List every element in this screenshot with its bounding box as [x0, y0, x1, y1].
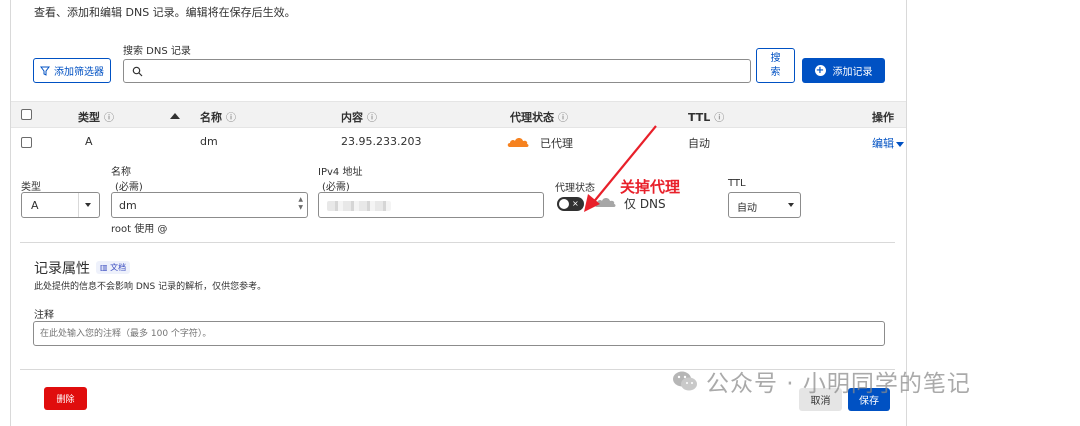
type-select[interactable]: A	[21, 192, 100, 218]
column-header-proxy[interactable]: 代理状态 ⓘ	[510, 109, 568, 125]
ipv4-required-label: (必需)	[322, 182, 350, 193]
name-label: 名称	[111, 167, 131, 178]
name-required-label: (必需)	[115, 182, 143, 193]
row-proxy-status: 已代理	[540, 137, 573, 150]
search-icon	[132, 66, 143, 77]
delete-button[interactable]: 删除	[44, 387, 87, 410]
info-icon: ⓘ	[104, 113, 114, 124]
book-icon: ▥	[100, 263, 111, 272]
name-hint: root 使用 @	[111, 224, 168, 235]
plus-circle-icon: +	[814, 65, 826, 76]
add-filter-button[interactable]: 添加筛选器	[33, 58, 111, 83]
column-header-type[interactable]: 类型 ⓘ	[78, 109, 114, 125]
column-header-ttl[interactable]: TTL ⓘ	[688, 109, 724, 124]
watermark-text: 公众号 · 小明同学的笔记	[706, 371, 971, 397]
select-divider	[78, 193, 79, 217]
table-header: 类型 ⓘ 名称 ⓘ 内容 ⓘ 代理状态 ⓘ TTL ⓘ 操作	[11, 101, 906, 128]
type-select-value: A	[31, 199, 39, 212]
name-field-value: dm	[119, 199, 137, 212]
column-type-label: 类型	[78, 111, 100, 124]
record-attributes-title: 记录属性	[34, 261, 90, 277]
sort-ascending-icon[interactable]	[170, 113, 180, 119]
info-icon: ⓘ	[226, 113, 236, 124]
comment-input[interactable]	[40, 326, 870, 342]
proxied-cloud-icon	[507, 138, 529, 147]
column-ttl-label: TTL	[688, 111, 711, 124]
ttl-select-value: 自动	[737, 203, 757, 214]
row-content: 23.95.233.203	[341, 135, 422, 148]
comment-field[interactable]	[33, 321, 885, 346]
edit-label: 编辑	[872, 137, 894, 150]
column-content-label: 内容	[341, 111, 363, 124]
annotation-arrow-icon	[584, 125, 657, 212]
stepper-icon[interactable]: ▲ ▼	[298, 196, 303, 212]
chevron-down-icon	[788, 203, 794, 207]
chevron-down-icon	[85, 203, 91, 207]
docs-link-label: 文档	[110, 263, 127, 272]
ttl-select[interactable]: 自动	[728, 192, 801, 218]
column-name-label: 名称	[200, 111, 222, 124]
divider	[20, 242, 895, 243]
docs-link[interactable]: ▥ 文档	[96, 261, 131, 274]
select-all-checkbox[interactable]	[21, 109, 32, 120]
ipv4-label: IPv4 地址	[318, 167, 363, 178]
column-proxy-label: 代理状态	[510, 111, 554, 124]
wechat-icon	[673, 371, 697, 391]
info-icon: ⓘ	[558, 113, 568, 124]
toggle-knob	[559, 199, 569, 209]
watermark: 公众号 · 小明同学的笔记	[672, 364, 971, 398]
add-filter-label: 添加筛选器	[54, 67, 104, 78]
redacted-ip-value	[327, 201, 391, 211]
row-ttl: 自动	[688, 137, 710, 150]
search-field[interactable]	[123, 59, 751, 83]
edit-record-link[interactable]: 编辑	[872, 135, 904, 151]
search-label: 搜索 DNS 记录	[123, 46, 191, 57]
caret-down-icon	[896, 141, 904, 147]
annotation-text: 关掉代理	[620, 178, 681, 196]
search-button[interactable]: 搜索	[756, 48, 795, 83]
column-header-actions: 操作	[872, 111, 894, 124]
filter-icon	[40, 66, 50, 76]
ipv4-field[interactable]	[318, 192, 544, 218]
row-name: dm	[200, 135, 218, 148]
table-row: A dm 23.95.233.203 已代理 自动 编辑	[11, 128, 906, 156]
add-record-button[interactable]: + 添加记录	[802, 58, 885, 83]
ttl-label: TTL	[728, 178, 746, 189]
column-header-content[interactable]: 内容 ⓘ	[341, 109, 377, 125]
row-type: A	[85, 135, 93, 148]
name-field[interactable]: dm ▲ ▼	[111, 192, 308, 218]
row-checkbox[interactable]	[21, 137, 32, 148]
type-label: 类型	[21, 182, 41, 193]
record-attributes-description: 此处提供的信息不会影响 DNS 记录的解析，仅供您参考。	[34, 282, 267, 292]
info-icon: ⓘ	[714, 113, 725, 124]
comment-label: 注释	[34, 310, 54, 321]
search-input[interactable]	[148, 63, 738, 79]
add-record-label: 添加记录	[832, 67, 873, 78]
column-header-name[interactable]: 名称 ⓘ	[200, 109, 236, 125]
page-description: 查看、添加和编辑 DNS 记录。编辑将在保存后生效。	[34, 6, 296, 19]
info-icon: ⓘ	[367, 113, 377, 124]
